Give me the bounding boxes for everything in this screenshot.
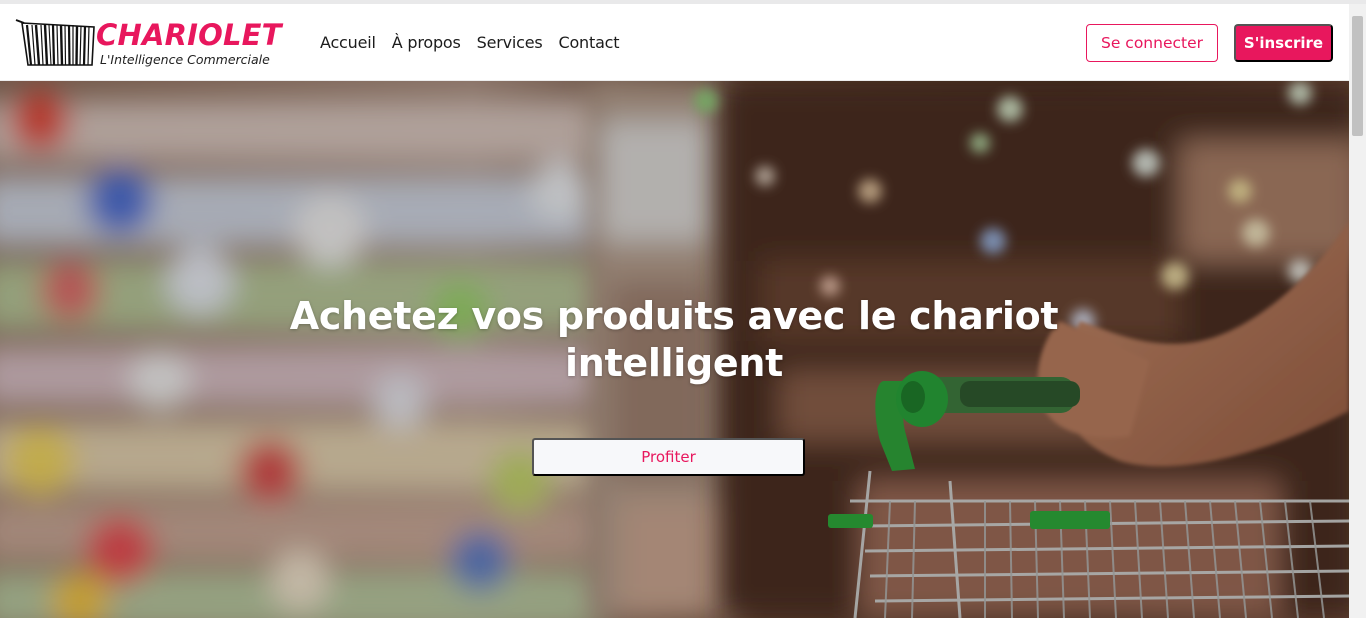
hero-title: Achetez vos produits avec le chariot int… <box>289 294 1059 385</box>
brand-name: CHARIOLET <box>96 18 282 52</box>
nav-link-accueil[interactable]: Accueil <box>320 33 376 52</box>
nav-link-contact[interactable]: Contact <box>559 33 620 52</box>
brand-tagline: L'Intelligence Commerciale <box>100 52 270 67</box>
signup-button[interactable]: S'inscrire <box>1234 24 1333 62</box>
profiter-button[interactable]: Profiter <box>532 438 805 476</box>
navbar: CHARIOLET L'Intelligence Commerciale Acc… <box>0 4 1349 81</box>
barcode-cart-icon <box>15 19 95 66</box>
page-scrollbar[interactable] <box>1349 4 1366 618</box>
nav-link-a-propos[interactable]: À propos <box>392 33 461 52</box>
scrollbar-thumb[interactable] <box>1352 16 1363 136</box>
brand-logo[interactable]: CHARIOLET L'Intelligence Commerciale <box>14 15 304 71</box>
hero-section: Achetez vos produits avec le chariot int… <box>0 81 1349 618</box>
nav-link-services[interactable]: Services <box>477 33 543 52</box>
main-nav: Accueil À propos Services Contact <box>320 4 635 81</box>
login-button[interactable]: Se connecter <box>1086 24 1218 62</box>
